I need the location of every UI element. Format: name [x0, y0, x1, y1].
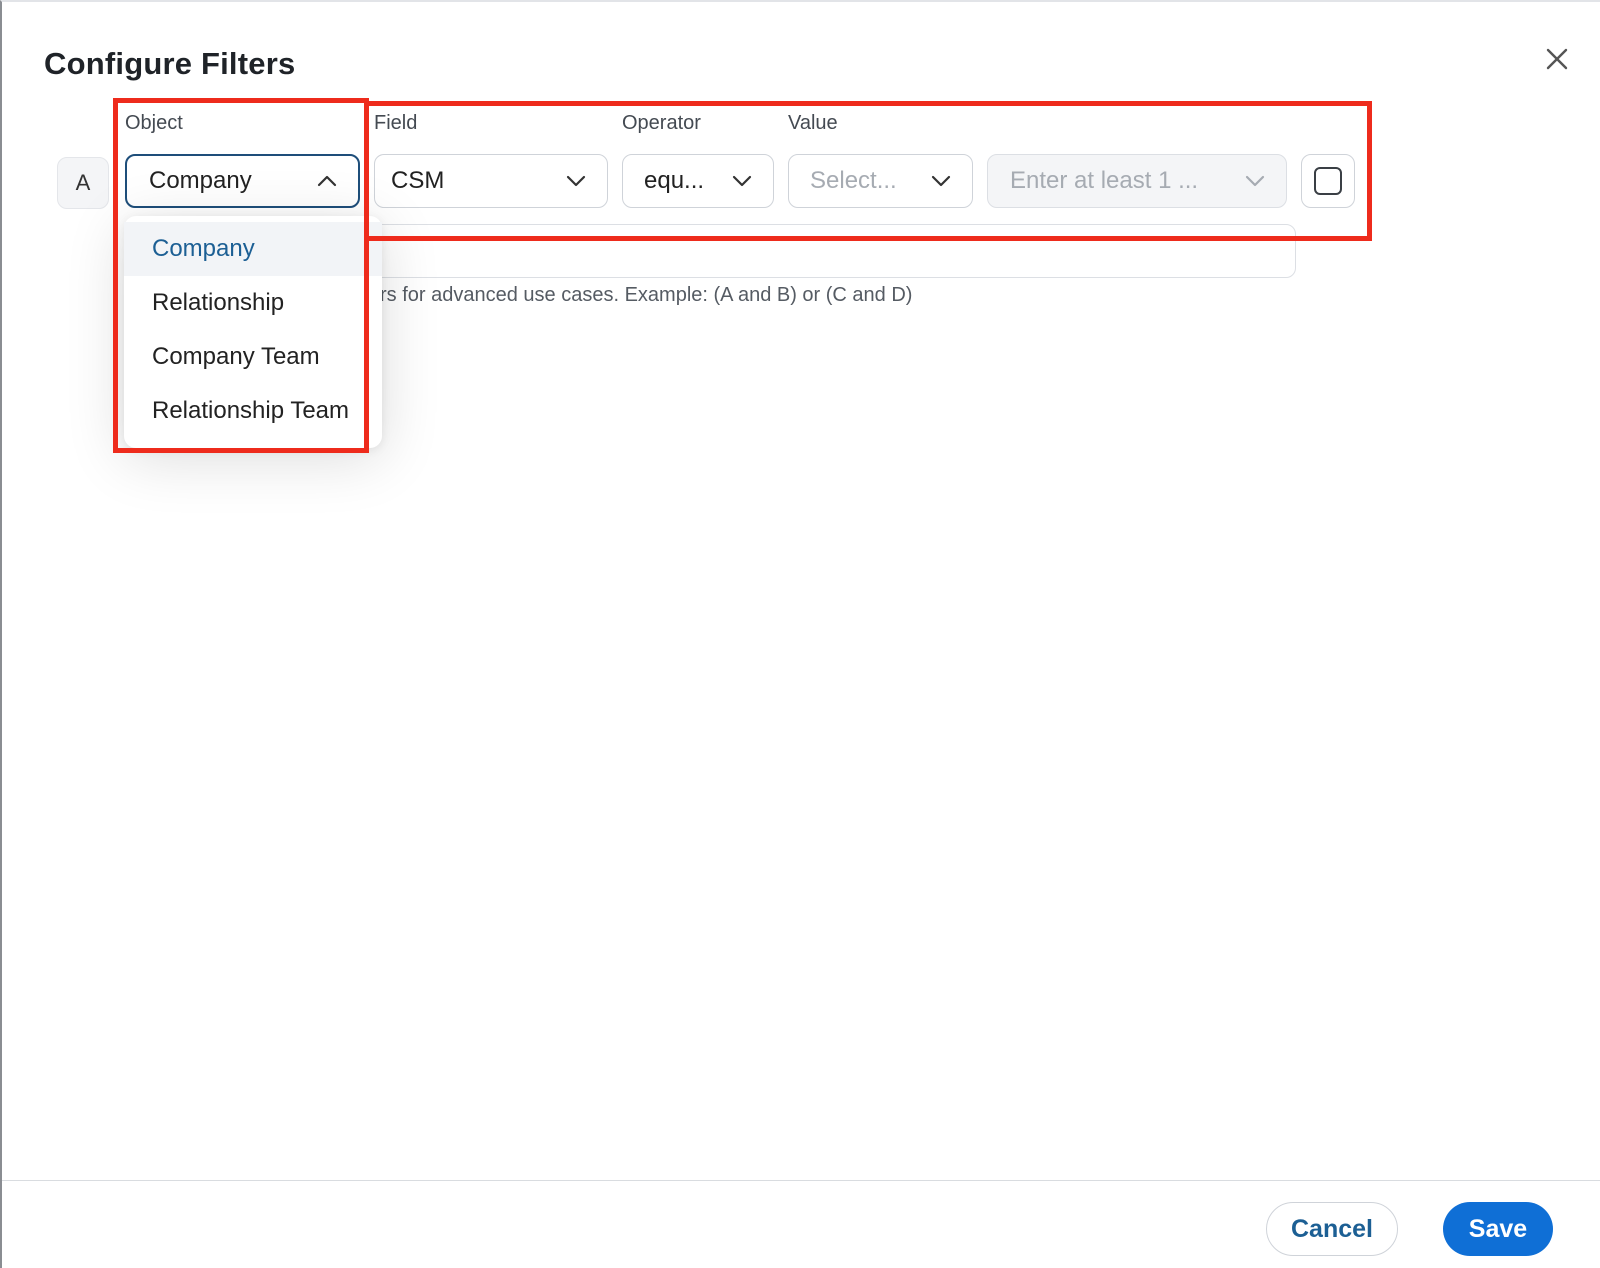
chevron-down-icon: [931, 175, 951, 187]
save-button[interactable]: Save: [1443, 1202, 1553, 1256]
value-input-select[interactable]: Enter at least 1 ...: [987, 154, 1287, 208]
dialog-title: Configure Filters: [44, 46, 296, 81]
filter-row-checkbox[interactable]: [1301, 154, 1355, 208]
chevron-down-icon: [732, 175, 752, 187]
object-dropdown-menu: Company Relationship Company Team Relati…: [124, 216, 382, 448]
chevron-down-icon: [1245, 175, 1265, 187]
dropdown-item-company[interactable]: Company: [124, 222, 382, 276]
checkbox-box: [1314, 167, 1342, 195]
operator-select[interactable]: equ...: [622, 154, 774, 208]
dropdown-item-company-team[interactable]: Company Team: [124, 330, 382, 384]
field-select[interactable]: CSM: [374, 154, 608, 208]
value-type-select[interactable]: Select...: [788, 154, 973, 208]
object-select[interactable]: Company: [125, 154, 360, 208]
dropdown-item-relationship[interactable]: Relationship: [124, 276, 382, 330]
configure-filters-dialog: Configure Filters Object Field Operator …: [0, 0, 1600, 1268]
operator-column-label: Operator: [622, 112, 701, 134]
advanced-logic-input[interactable]: [362, 224, 1296, 278]
chevron-up-icon: [317, 175, 337, 187]
close-icon: [1546, 48, 1568, 70]
object-select-value: Company: [149, 167, 252, 194]
value-column-label: Value: [788, 112, 838, 134]
filter-row-letter: A: [57, 157, 109, 209]
field-column-label: Field: [374, 112, 418, 134]
footer-divider: [2, 1180, 1600, 1181]
object-column-label: Object: [125, 112, 183, 134]
dropdown-item-relationship-team[interactable]: Relationship Team: [124, 384, 382, 438]
value-type-placeholder: Select...: [810, 167, 897, 194]
cancel-button[interactable]: Cancel: [1266, 1202, 1398, 1256]
value-input-placeholder: Enter at least 1 ...: [1010, 167, 1199, 194]
field-select-value: CSM: [391, 167, 445, 194]
operator-select-value: equ...: [644, 167, 705, 194]
advanced-logic-helper-text: rs for advanced use cases. Example: (A a…: [380, 284, 913, 306]
chevron-down-icon: [566, 175, 586, 187]
close-button[interactable]: [1540, 42, 1574, 76]
